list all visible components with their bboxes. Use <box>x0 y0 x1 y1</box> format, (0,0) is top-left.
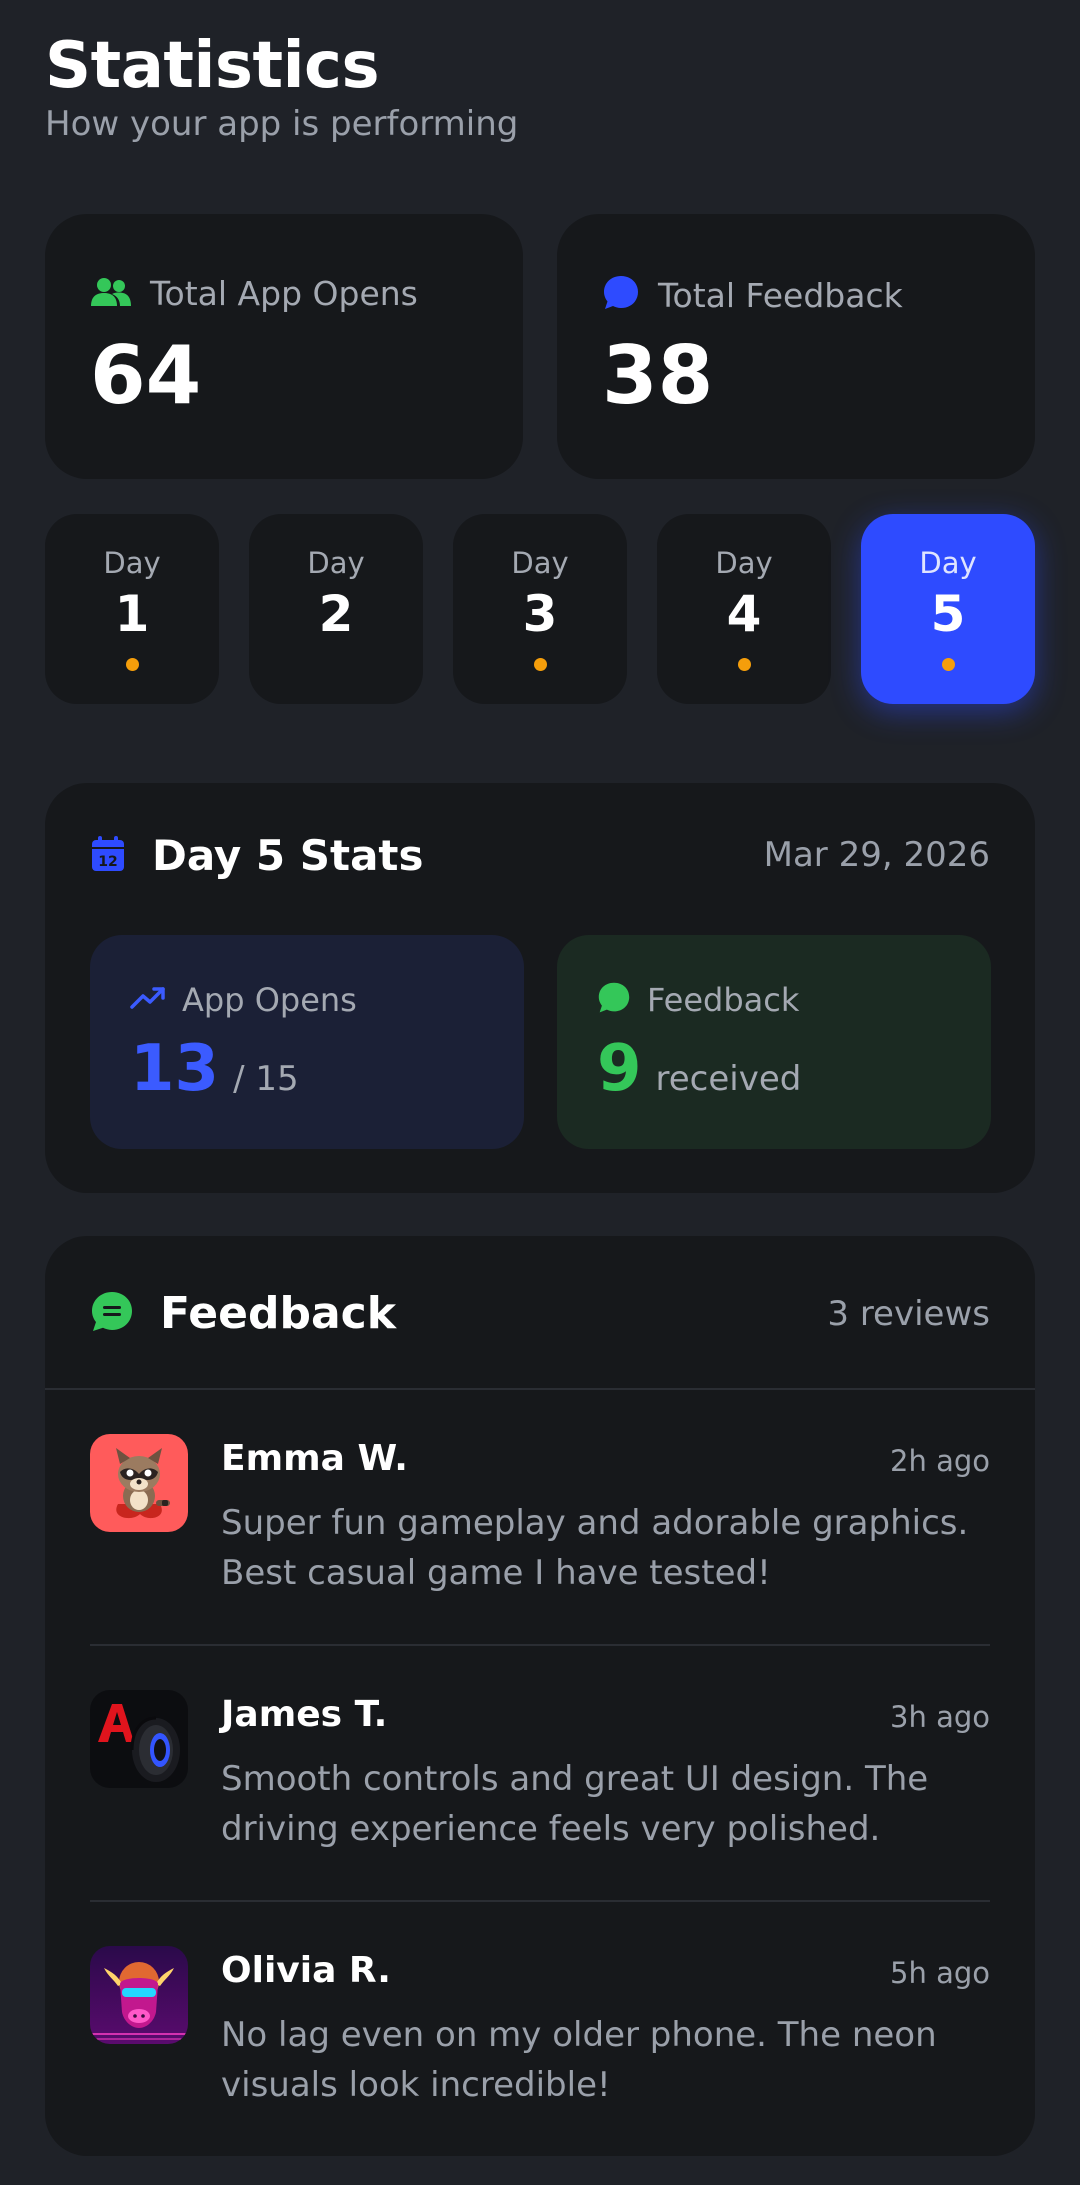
review-item[interactable]: James T. 3h ago Smooth controls and grea… <box>90 1690 990 1900</box>
day-stats-card: 12 Day 5 Stats Mar 29, 2026 App Opens 13… <box>45 783 1035 1193</box>
calendar-icon: 12 <box>90 835 126 877</box>
page-subtitle: How your app is performing <box>45 104 519 144</box>
chat-bubble-icon <box>602 274 640 316</box>
day-3-button[interactable]: Day 3 <box>453 514 627 704</box>
app-opens-label: App Opens <box>182 981 357 1019</box>
review-item[interactable]: Olivia R. 5h ago No lag even on my older… <box>90 1946 990 2156</box>
feedback-box: Feedback 9 received <box>557 935 991 1149</box>
total-app-opens-value: 64 <box>90 329 202 422</box>
activity-dot <box>125 658 139 671</box>
total-app-opens-label: Total App Opens <box>150 274 418 313</box>
day-number: 4 <box>726 585 762 643</box>
day-5-button[interactable]: Day 5 <box>861 514 1035 704</box>
feedback-value: 9 <box>597 1032 642 1106</box>
svg-text:12: 12 <box>98 854 117 870</box>
review-text: Smooth controls and great UI design. The… <box>221 1759 929 1849</box>
divider <box>45 1388 1035 1390</box>
app-opens-box: App Opens 13 / 15 <box>90 935 524 1149</box>
activity-dot <box>941 658 955 671</box>
reviewer-name: Emma W. <box>221 1438 408 1479</box>
app-opens-value: 13 <box>130 1032 220 1106</box>
day-label: Day <box>511 546 569 580</box>
day-2-button[interactable]: Day 2 <box>249 514 423 704</box>
day-4-button[interactable]: Day 4 <box>657 514 831 704</box>
trending-up-icon <box>130 986 166 1014</box>
racing-tire-icon <box>90 1690 188 1788</box>
app-opens-total: / 15 <box>233 1059 299 1099</box>
activity-dot <box>737 658 751 671</box>
total-app-opens-card: Total App Opens 64 <box>45 214 523 479</box>
neon-bull-icon <box>90 1946 188 2044</box>
review-time: 3h ago <box>890 1700 990 1734</box>
day-label: Day <box>919 546 977 580</box>
day-stats-date: Mar 29, 2026 <box>763 835 990 875</box>
divider <box>90 1900 990 1902</box>
day-stats-title: Day 5 Stats <box>152 831 424 880</box>
reviewer-name: James T. <box>221 1694 388 1735</box>
total-feedback-value: 38 <box>602 329 714 422</box>
day-label: Day <box>307 546 365 580</box>
reviewer-name: Olivia R. <box>221 1950 391 1991</box>
total-feedback-card: Total Feedback 38 <box>557 214 1035 479</box>
divider <box>90 1644 990 1646</box>
feedback-title: Feedback <box>160 1288 396 1339</box>
day-number: 2 <box>318 585 354 643</box>
chat-bubble-icon <box>597 981 631 1019</box>
review-count: 3 reviews <box>827 1294 990 1334</box>
day-1-button[interactable]: Day 1 <box>45 514 219 704</box>
feedback-suffix: received <box>655 1059 802 1099</box>
feedback-card: Feedback 3 reviews Emma W. 2h ago Super … <box>45 1236 1035 2156</box>
total-feedback-label: Total Feedback <box>658 275 903 315</box>
day-number: 1 <box>114 585 150 643</box>
review-time: 2h ago <box>890 1444 990 1478</box>
day-label: Day <box>103 546 161 580</box>
raccoon-game-icon <box>90 1434 188 1532</box>
review-text: Super fun gameplay and adorable graphics… <box>221 1503 969 1593</box>
day-label: Day <box>715 546 773 580</box>
message-icon <box>90 1290 134 1338</box>
day-number: 5 <box>930 585 966 643</box>
day-number: 3 <box>522 585 558 643</box>
review-time: 5h ago <box>890 1956 990 1990</box>
feedback-label: Feedback <box>647 981 800 1019</box>
users-icon <box>90 277 132 311</box>
review-text: No lag even on my older phone. The neon … <box>221 2015 937 2105</box>
review-item[interactable]: Emma W. 2h ago Super fun gameplay and ad… <box>90 1434 990 1644</box>
page-title: Statistics <box>45 29 380 103</box>
header: Statistics How your app is performing <box>45 30 518 144</box>
day-selector: Day 1 Day 2 Day 3 Day 4 Day 5 <box>45 514 1035 704</box>
statistics-screen: Statistics How your app is performing To… <box>0 0 1080 2185</box>
activity-dot <box>533 658 547 671</box>
